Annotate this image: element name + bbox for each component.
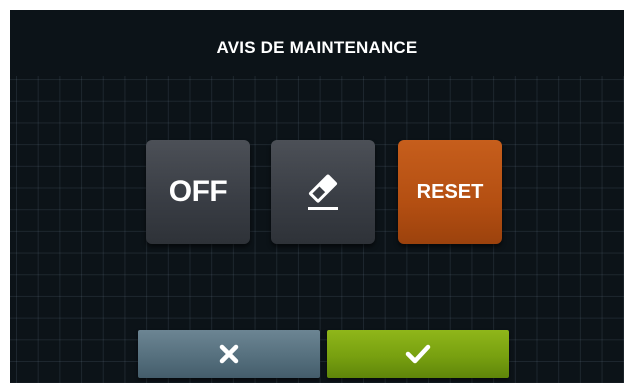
off-button-label: OFF xyxy=(168,175,228,208)
screen: AVIS DE MAINTENANCE OFF RESET xyxy=(0,0,635,383)
header: AVIS DE MAINTENANCE xyxy=(10,10,624,76)
off-button[interactable]: OFF xyxy=(146,140,250,244)
close-icon xyxy=(219,344,239,364)
confirm-button[interactable] xyxy=(327,330,509,378)
page-title: AVIS DE MAINTENANCE xyxy=(216,38,418,57)
edit-button[interactable] xyxy=(271,140,375,244)
maintenance-panel: AVIS DE MAINTENANCE OFF RESET xyxy=(10,10,624,383)
reset-button[interactable]: RESET xyxy=(398,140,502,244)
eraser-icon xyxy=(308,174,338,210)
checkmark-icon xyxy=(405,344,431,364)
cancel-button[interactable] xyxy=(138,330,320,378)
reset-button-label: RESET xyxy=(416,180,484,203)
